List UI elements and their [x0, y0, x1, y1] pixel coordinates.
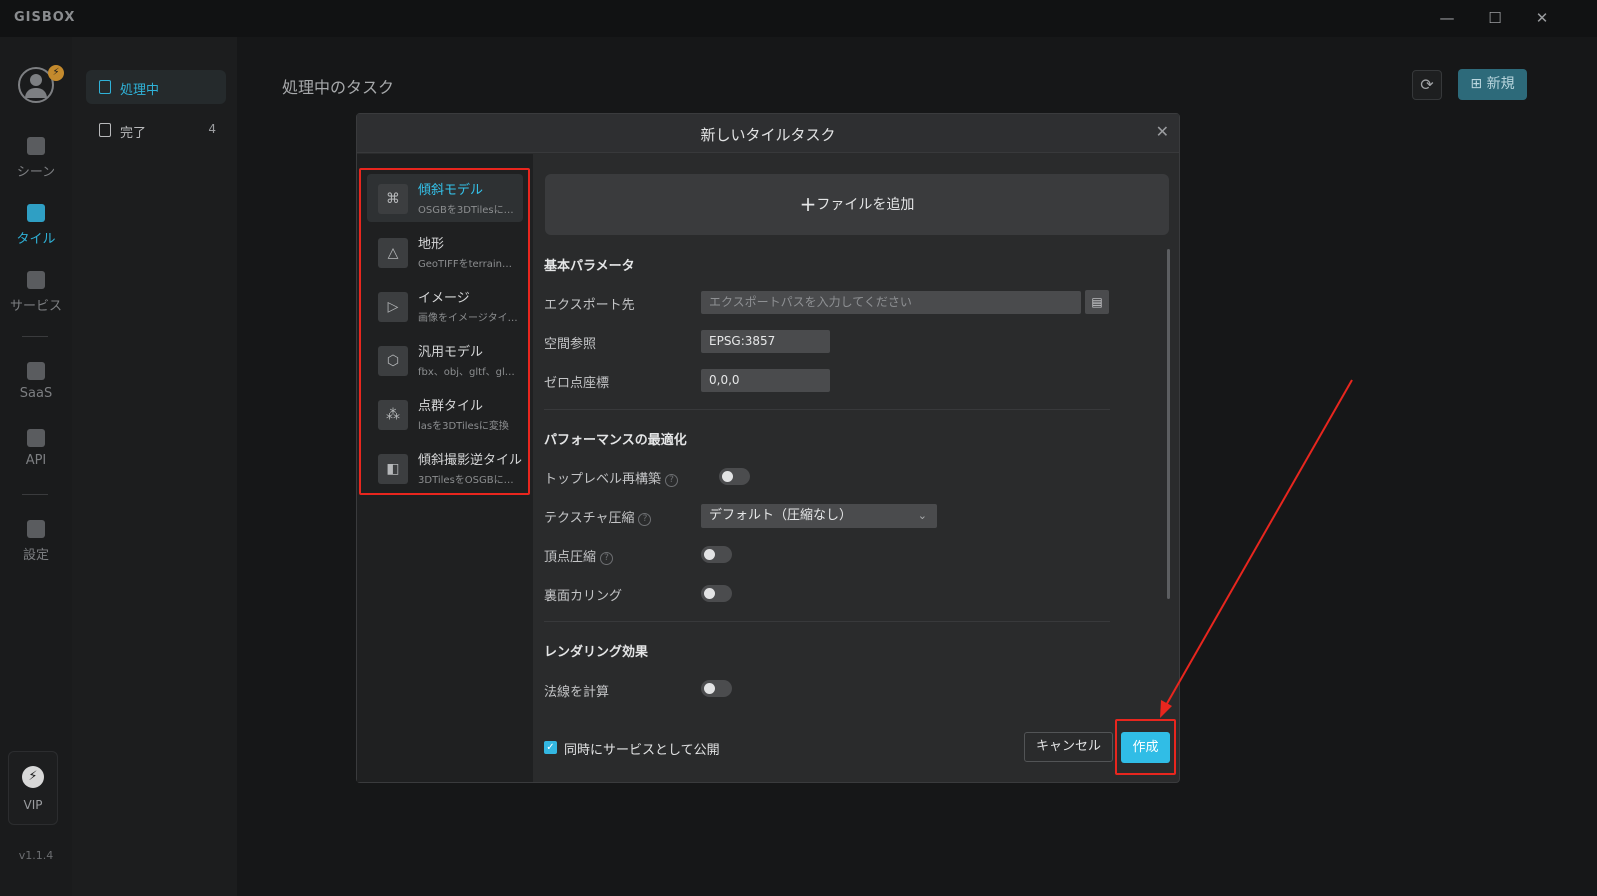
sidebar-item-label: 完了: [120, 126, 147, 141]
help-icon[interactable]: ?: [638, 513, 652, 526]
vip-label: VIP: [23, 798, 43, 812]
page-title: 処理中のタスク: [282, 78, 395, 97]
main-nav: ⚡ シーン タイル サービス SaaS API 設定 ⚡ VIP v1.1.4: [0, 37, 72, 896]
export-path-input[interactable]: エクスポートパスを入力してください: [701, 291, 1081, 314]
backface-culling-toggle[interactable]: [701, 585, 732, 602]
refresh-icon: ⟳: [1420, 75, 1434, 94]
nav-api[interactable]: API: [0, 429, 72, 468]
publish-checkbox[interactable]: ✓: [544, 741, 557, 754]
texture-compression-select[interactable]: デフォルト（圧縮なし） ⌄: [701, 504, 937, 528]
nav-saas[interactable]: SaaS: [0, 362, 72, 401]
folder-browse-icon[interactable]: ▤: [1085, 290, 1109, 314]
dialog-header: 新しいタイルタスク ✕: [357, 114, 1179, 153]
lightning-icon: ⚡: [22, 766, 44, 788]
arrow-line: [1164, 379, 1353, 708]
tile-icon: [27, 204, 45, 222]
refresh-button[interactable]: ⟳: [1412, 70, 1442, 100]
check-document-icon: [99, 123, 111, 137]
nav-label: シーン: [16, 165, 56, 180]
section-divider: [544, 409, 1110, 410]
compute-normals-toggle[interactable]: [701, 680, 732, 697]
srs-label: 空間参照: [544, 337, 597, 352]
nav-tile[interactable]: タイル: [0, 204, 72, 247]
vertex-label: 頂点圧縮?: [544, 546, 614, 565]
scrollbar[interactable]: [1167, 249, 1170, 599]
section-rendering: レンダリング効果: [544, 645, 649, 660]
top-rebuild-label: トップレベル再構築?: [544, 468, 679, 487]
scene-icon: [27, 137, 45, 155]
sidebar-item-processing[interactable]: 処理中: [86, 70, 226, 104]
nav-settings[interactable]: 設定: [0, 520, 72, 563]
section-basic: 基本パラメータ: [544, 259, 635, 274]
help-icon[interactable]: ?: [665, 474, 679, 487]
service-icon: [27, 271, 45, 289]
nav-label: 設定: [22, 548, 49, 563]
api-icon: [27, 429, 45, 447]
texture-value: デフォルト（圧縮なし）: [709, 508, 853, 523]
top-rebuild-text: トップレベル再構築: [544, 472, 662, 487]
nav-scene[interactable]: シーン: [0, 137, 72, 180]
backface-label: 裏面カリング: [544, 589, 623, 604]
close-icon[interactable]: ✕: [1156, 122, 1169, 141]
normals-label: 法線を計算: [544, 685, 610, 700]
export-label: エクスポート先: [544, 298, 635, 313]
task-sidebar: 処理中 完了 4: [72, 37, 237, 896]
close-window-icon[interactable]: ✕: [1527, 6, 1557, 30]
nav-label: SaaS: [19, 386, 53, 401]
nav-divider: [22, 336, 48, 337]
origin-label: ゼロ点座標: [544, 376, 610, 391]
document-icon: [99, 80, 111, 94]
saas-icon: [27, 362, 45, 380]
nav-divider: [22, 494, 48, 495]
settings-icon: [27, 520, 45, 538]
lightning-badge-icon: ⚡: [48, 65, 64, 81]
nav-label: タイル: [16, 232, 56, 247]
sidebar-item-label: 処理中: [120, 83, 160, 98]
nav-label: サービス: [9, 299, 62, 314]
title-bar: GISBOX — ☐ ✕: [0, 0, 1597, 37]
app-logo: GISBOX: [14, 10, 76, 25]
plus-icon: +: [799, 192, 817, 216]
vertex-text: 頂点圧縮: [544, 550, 597, 565]
top-rebuild-toggle[interactable]: [719, 468, 750, 485]
version-text: v1.1.4: [18, 849, 54, 862]
chevron-down-icon: ⌄: [917, 509, 927, 522]
new-task-button[interactable]: ⊞ 新規: [1458, 69, 1527, 100]
section-performance: パフォーマンスの最適化: [544, 433, 687, 448]
srs-input[interactable]: EPSG:3857: [701, 330, 830, 353]
texture-label: テクスチャ圧縮?: [544, 507, 652, 526]
help-icon[interactable]: ?: [600, 552, 614, 565]
publish-label: 同時にサービスとして公開: [564, 743, 720, 758]
section-divider: [544, 621, 1110, 622]
origin-input[interactable]: 0,0,0: [701, 369, 830, 392]
add-file-button[interactable]: +ファイルを追加: [545, 174, 1169, 235]
maximize-icon[interactable]: ☐: [1480, 6, 1510, 30]
sidebar-item-completed[interactable]: 完了 4: [86, 113, 226, 147]
dialog-title: 新しいタイルタスク: [700, 126, 836, 144]
minimize-icon[interactable]: —: [1432, 6, 1462, 30]
add-file-label: ファイルを追加: [816, 197, 915, 213]
highlight-box-create: [1115, 719, 1176, 775]
nav-label: API: [25, 453, 47, 468]
cancel-button[interactable]: キャンセル: [1024, 732, 1113, 762]
vertex-compression-toggle[interactable]: [701, 546, 732, 563]
texture-text: テクスチャ圧縮: [544, 511, 635, 526]
highlight-box-type-list: [359, 168, 530, 495]
vip-button[interactable]: ⚡ VIP: [8, 751, 58, 825]
count-badge: 4: [208, 122, 216, 136]
nav-service[interactable]: サービス: [0, 271, 72, 314]
